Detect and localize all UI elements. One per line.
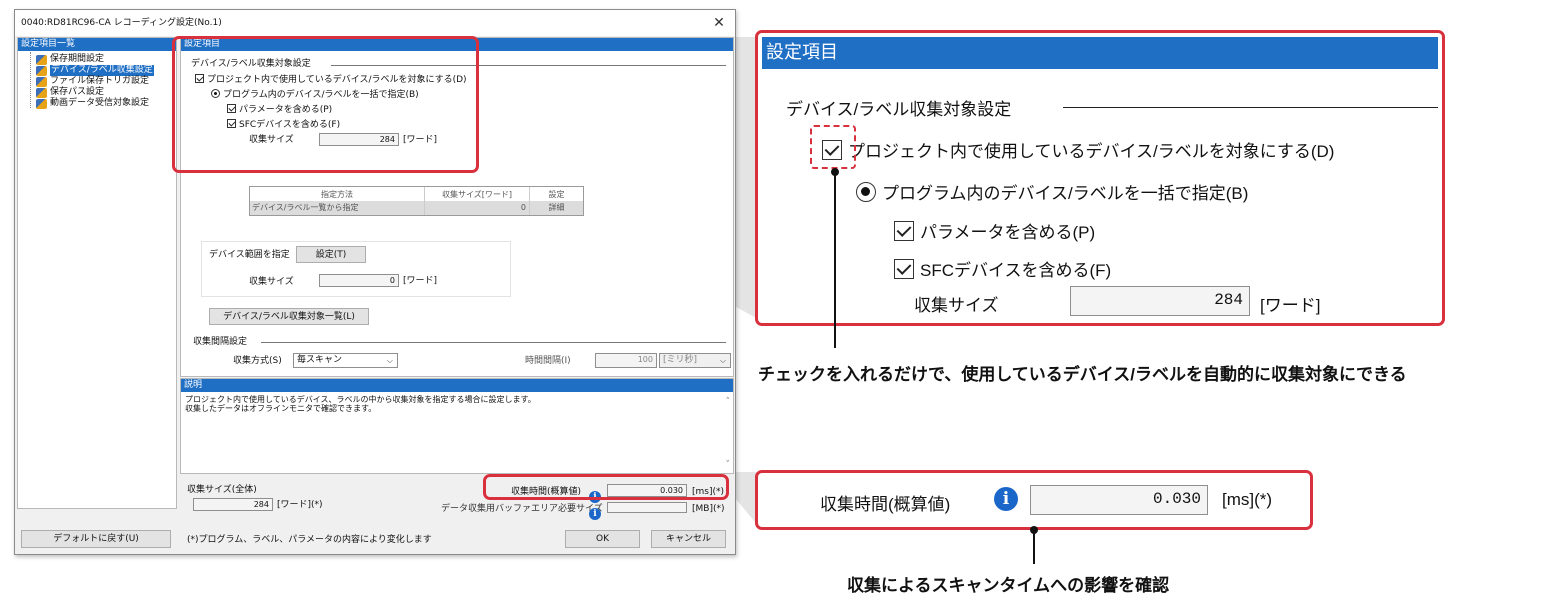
device-range-label: デバイス範囲を指定 bbox=[209, 250, 290, 260]
buffer-info-icon[interactable]: i bbox=[589, 501, 601, 520]
buffer-unit: [MB](*) bbox=[692, 504, 725, 514]
zoom-group-title: デバイス/ラベル収集対象設定 bbox=[786, 100, 1012, 119]
total-size-label: 収集サイズ(全体) bbox=[187, 485, 257, 495]
buffer-label: データ収集用バッファエリア必要サイズ bbox=[441, 504, 603, 514]
interval-separator bbox=[261, 342, 726, 343]
checkbox-caption: チェックを入れるだけで、使用しているデバイス/ラベルを自動的に収集対象にできる bbox=[758, 365, 1407, 384]
tree-item-device-label[interactable]: デバイス/ラベル収集設定 bbox=[36, 65, 154, 76]
zoom-use-project-devices-checkbox: プロジェクト内で使用しているデバイス/ラベルを対象にする(D) bbox=[822, 137, 1334, 162]
zoom-include-sfc-checkbox: SFCデバイスを含める(F) bbox=[894, 256, 1111, 281]
total-size-unit: [ワード](*) bbox=[277, 500, 323, 510]
scroll-down-icon[interactable]: ˅ bbox=[726, 460, 731, 470]
tree-connector bbox=[30, 52, 31, 108]
description-header: 説明 bbox=[181, 379, 733, 392]
description-line-2: 収集したデータはオフラインモニタで確認できます。 bbox=[185, 404, 377, 413]
tree-item-video-data[interactable]: 動画データ受信対象設定 bbox=[36, 98, 149, 109]
range-size-field: 0 bbox=[319, 274, 399, 287]
highlight-frame-time bbox=[483, 474, 729, 500]
zoom-settings-callout: 設定項目 デバイス/ラベル収集対象設定 プロジェクト内で使用しているデバイス/ラ… bbox=[755, 30, 1445, 326]
time-caption: 収集によるスキャンタイムへの影響を確認 bbox=[847, 576, 1170, 595]
scroll-up-icon[interactable]: ˄ bbox=[726, 397, 731, 407]
zoom-info-icon: i bbox=[994, 487, 1018, 511]
chevron-down-icon: ⌵ bbox=[386, 356, 393, 365]
settings-icon bbox=[36, 87, 47, 98]
total-size-field: 284 bbox=[193, 498, 273, 511]
settings-icon bbox=[36, 65, 47, 76]
callout-line bbox=[1033, 530, 1035, 564]
range-size-label: 収集サイズ bbox=[249, 277, 294, 287]
buffer-field bbox=[607, 502, 687, 513]
method-select[interactable]: 毎スキャン ⌵ bbox=[293, 353, 398, 368]
zoom-include-params-checkbox: パラメータを含める(P) bbox=[894, 218, 1095, 243]
dialog-title: 0040:RD81RC96-CA レコーディング設定(No.1) bbox=[15, 10, 735, 36]
settings-icon bbox=[36, 76, 47, 87]
callout-line bbox=[834, 172, 836, 348]
radio-selected-icon bbox=[856, 182, 876, 202]
table-cell-detail-button[interactable]: 詳細 bbox=[530, 200, 583, 215]
settings-tree: 設定項目一覧 保存期間設定 デバイス/ラベル収集設定 ファイル保存トリガ設定 保… bbox=[17, 37, 177, 509]
tree-item-file-trigger[interactable]: ファイル保存トリガ設定 bbox=[36, 76, 149, 87]
zoom-time-callout: 収集時間(概算値) i 0.030 [ms](*) bbox=[755, 470, 1313, 530]
close-button[interactable]: ✕ bbox=[709, 10, 729, 36]
recording-settings-dialog: 0040:RD81RC96-CA レコーディング設定(No.1) ✕ 設定項目一… bbox=[14, 9, 736, 555]
range-size-unit: [ワード] bbox=[403, 276, 438, 286]
description-line-1: プロジェクト内で使用しているデバイス、ラベルの中から収集対象を指定する場合に設定… bbox=[185, 395, 536, 404]
cancel-button[interactable]: キャンセル bbox=[651, 530, 726, 548]
settings-icon bbox=[36, 98, 47, 109]
tree-header: 設定項目一覧 bbox=[18, 38, 176, 51]
zoom-time-label: 収集時間(概算値) bbox=[820, 495, 951, 514]
device-list-button[interactable]: デバイス/ラベル収集対象一覧(L) bbox=[209, 308, 369, 325]
zoom-time-field: 0.030 bbox=[1030, 485, 1208, 515]
chevron-down-icon: ⌵ bbox=[719, 356, 726, 365]
description-panel: 説明 プロジェクト内で使用しているデバイス、ラベルの中から収集対象を指定する場合… bbox=[180, 378, 734, 474]
device-list-table: 指定方法 収集サイズ[ワード] 設定 デバイス/ラベル一覧から指定 0 詳細 bbox=[249, 186, 584, 216]
zoom-bulk-radio: プログラム内のデバイス/ラベルを一括で指定(B) bbox=[856, 179, 1248, 204]
zoom-collect-size-unit: [ワード] bbox=[1260, 296, 1321, 315]
checkbox-checked-icon bbox=[894, 221, 914, 241]
zoom-collect-size-field: 284 bbox=[1070, 286, 1250, 316]
checkbox-checked-icon bbox=[894, 259, 914, 279]
zoom-time-unit: [ms](*) bbox=[1222, 490, 1273, 509]
table-cell-size: 0 bbox=[425, 200, 530, 215]
zoom-settings-header: 設定項目 bbox=[762, 37, 1438, 69]
table-row: デバイス/ラベル一覧から指定 0 詳細 bbox=[250, 200, 583, 215]
method-label: 収集方式(S) bbox=[233, 356, 282, 366]
interval-group-title: 収集間隔設定 bbox=[193, 337, 248, 347]
settings-icon bbox=[36, 54, 47, 65]
zoom-group-separator bbox=[1063, 107, 1438, 108]
interval-unit-select: [ミリ秒] ⌵ bbox=[659, 353, 731, 368]
table-cell-method: デバイス/ラベル一覧から指定 bbox=[250, 200, 425, 215]
tree-item-save-path[interactable]: 保存パス設定 bbox=[36, 87, 104, 98]
highlight-frame-settings bbox=[172, 36, 479, 173]
zoom-checkbox-highlight bbox=[810, 125, 856, 169]
tree-item-save-period[interactable]: 保存期間設定 bbox=[36, 54, 104, 65]
zoom-collect-size-label: 収集サイズ bbox=[914, 296, 999, 315]
ok-button[interactable]: OK bbox=[565, 530, 640, 548]
interval-label: 時間間隔(I) bbox=[525, 356, 571, 366]
range-setting-button[interactable]: 設定(T) bbox=[296, 246, 366, 263]
reset-default-button[interactable]: デフォルトに戻す(U) bbox=[21, 530, 171, 548]
interval-field: 100 bbox=[595, 353, 657, 368]
footnote: (*)プログラム、ラベル、パラメータの内容により変化します bbox=[187, 535, 432, 545]
